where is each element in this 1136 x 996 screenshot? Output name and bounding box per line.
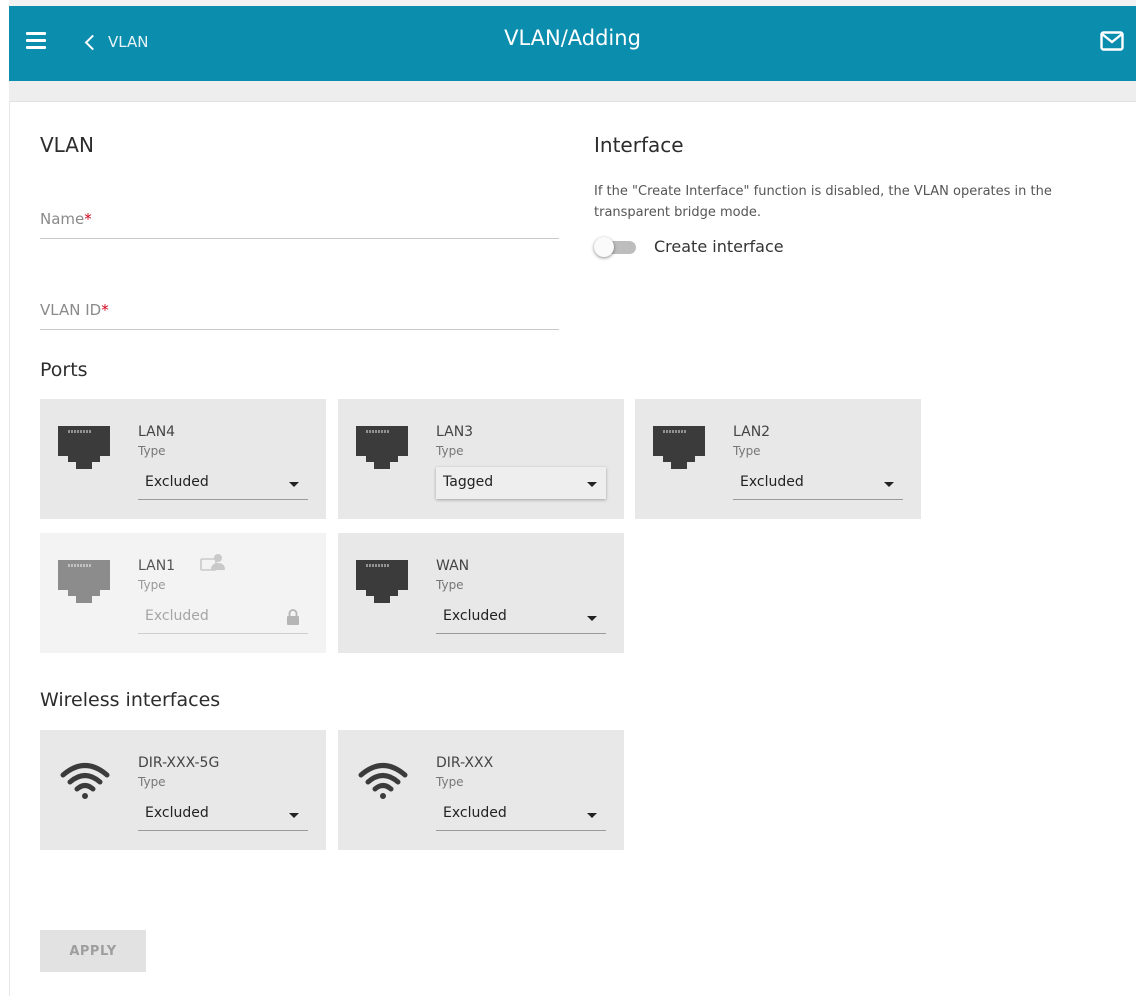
left-divider	[9, 101, 10, 996]
port-type-value: Excluded	[145, 474, 209, 490]
port-type-value: Excluded	[145, 608, 209, 624]
port-type-value: Excluded	[443, 608, 507, 624]
dropdown-caret-icon	[289, 482, 299, 487]
port-name: LAN2	[733, 424, 771, 440]
interface-section-title: Interface	[594, 133, 684, 157]
name-field[interactable]: Name*	[40, 198, 559, 239]
dropdown-caret-icon	[587, 616, 597, 621]
wireless-type-label: Type	[436, 775, 464, 789]
port-card-wan: WAN Type Excluded	[338, 533, 624, 653]
ethernet-port-icon	[356, 426, 408, 469]
vlan-section-title: VLAN	[40, 133, 94, 157]
ethernet-port-icon	[58, 560, 110, 603]
wireless-type-select[interactable]: Excluded	[436, 798, 606, 831]
port-name: LAN3	[436, 424, 474, 440]
app-header: VLAN VLAN/Adding	[9, 6, 1136, 81]
create-interface-label: Create interface	[654, 237, 784, 256]
wireless-type-value: Excluded	[145, 805, 209, 821]
wireless-card-5g: DIR-XXX-5G Type Excluded	[40, 730, 326, 850]
wifi-icon	[60, 763, 110, 799]
wireless-type-value: Excluded	[443, 805, 507, 821]
port-type-select[interactable]: Excluded	[436, 601, 606, 634]
wifi-icon	[358, 763, 408, 799]
port-name: LAN1	[138, 558, 176, 574]
vlan-id-field-label: VLAN ID*	[40, 301, 109, 319]
wireless-name: DIR-XXX-5G	[138, 755, 220, 771]
port-card-lan2: LAN2 Type Excluded	[635, 399, 921, 519]
name-field-label: Name*	[40, 210, 92, 228]
vlan-id-field[interactable]: VLAN ID*	[40, 289, 559, 330]
port-type-label: Type	[733, 444, 761, 458]
page-title: VLAN/Adding	[504, 26, 641, 50]
port-type-label: Type	[138, 578, 166, 592]
port-type-label: Type	[436, 578, 464, 592]
create-interface-toggle[interactable]	[594, 236, 638, 258]
dropdown-caret-icon	[884, 482, 894, 487]
dropdown-caret-icon	[587, 482, 597, 487]
port-type-label: Type	[138, 444, 166, 458]
apply-button[interactable]: APPLY	[40, 930, 146, 972]
wireless-section-title: Wireless interfaces	[40, 689, 221, 711]
envelope-icon[interactable]	[1100, 31, 1124, 51]
dropdown-caret-icon	[587, 813, 597, 818]
ethernet-port-icon	[356, 560, 408, 603]
interface-description: If the "Create Interface" function is di…	[594, 184, 1052, 220]
port-type-select-disabled: Excluded	[138, 601, 308, 634]
port-card-lan1: LAN1 Type Excluded	[40, 533, 326, 653]
connected-user-icon	[200, 554, 225, 571]
port-type-select[interactable]: Excluded	[138, 467, 308, 500]
wireless-name: DIR-XXX	[436, 755, 494, 771]
wireless-type-label: Type	[138, 775, 166, 789]
port-type-select[interactable]: Tagged	[436, 467, 606, 499]
wireless-card-24g: DIR-XXX Type Excluded	[338, 730, 624, 850]
port-type-value: Tagged	[443, 474, 494, 490]
toolbar-strip	[9, 81, 1136, 102]
lock-icon	[287, 609, 299, 625]
ethernet-port-icon	[58, 426, 110, 469]
ethernet-port-icon	[653, 426, 705, 469]
port-card-lan3: LAN3 Type Tagged	[338, 399, 624, 519]
ports-section-title: Ports	[40, 359, 88, 381]
port-name: WAN	[436, 558, 470, 574]
port-card-lan4: LAN4 Type Excluded	[40, 399, 326, 519]
port-name: LAN4	[138, 424, 176, 440]
port-type-label: Type	[436, 444, 464, 458]
port-type-select[interactable]: Excluded	[733, 467, 903, 500]
port-type-value: Excluded	[740, 474, 804, 490]
dropdown-caret-icon	[289, 813, 299, 818]
wireless-type-select[interactable]: Excluded	[138, 798, 308, 831]
